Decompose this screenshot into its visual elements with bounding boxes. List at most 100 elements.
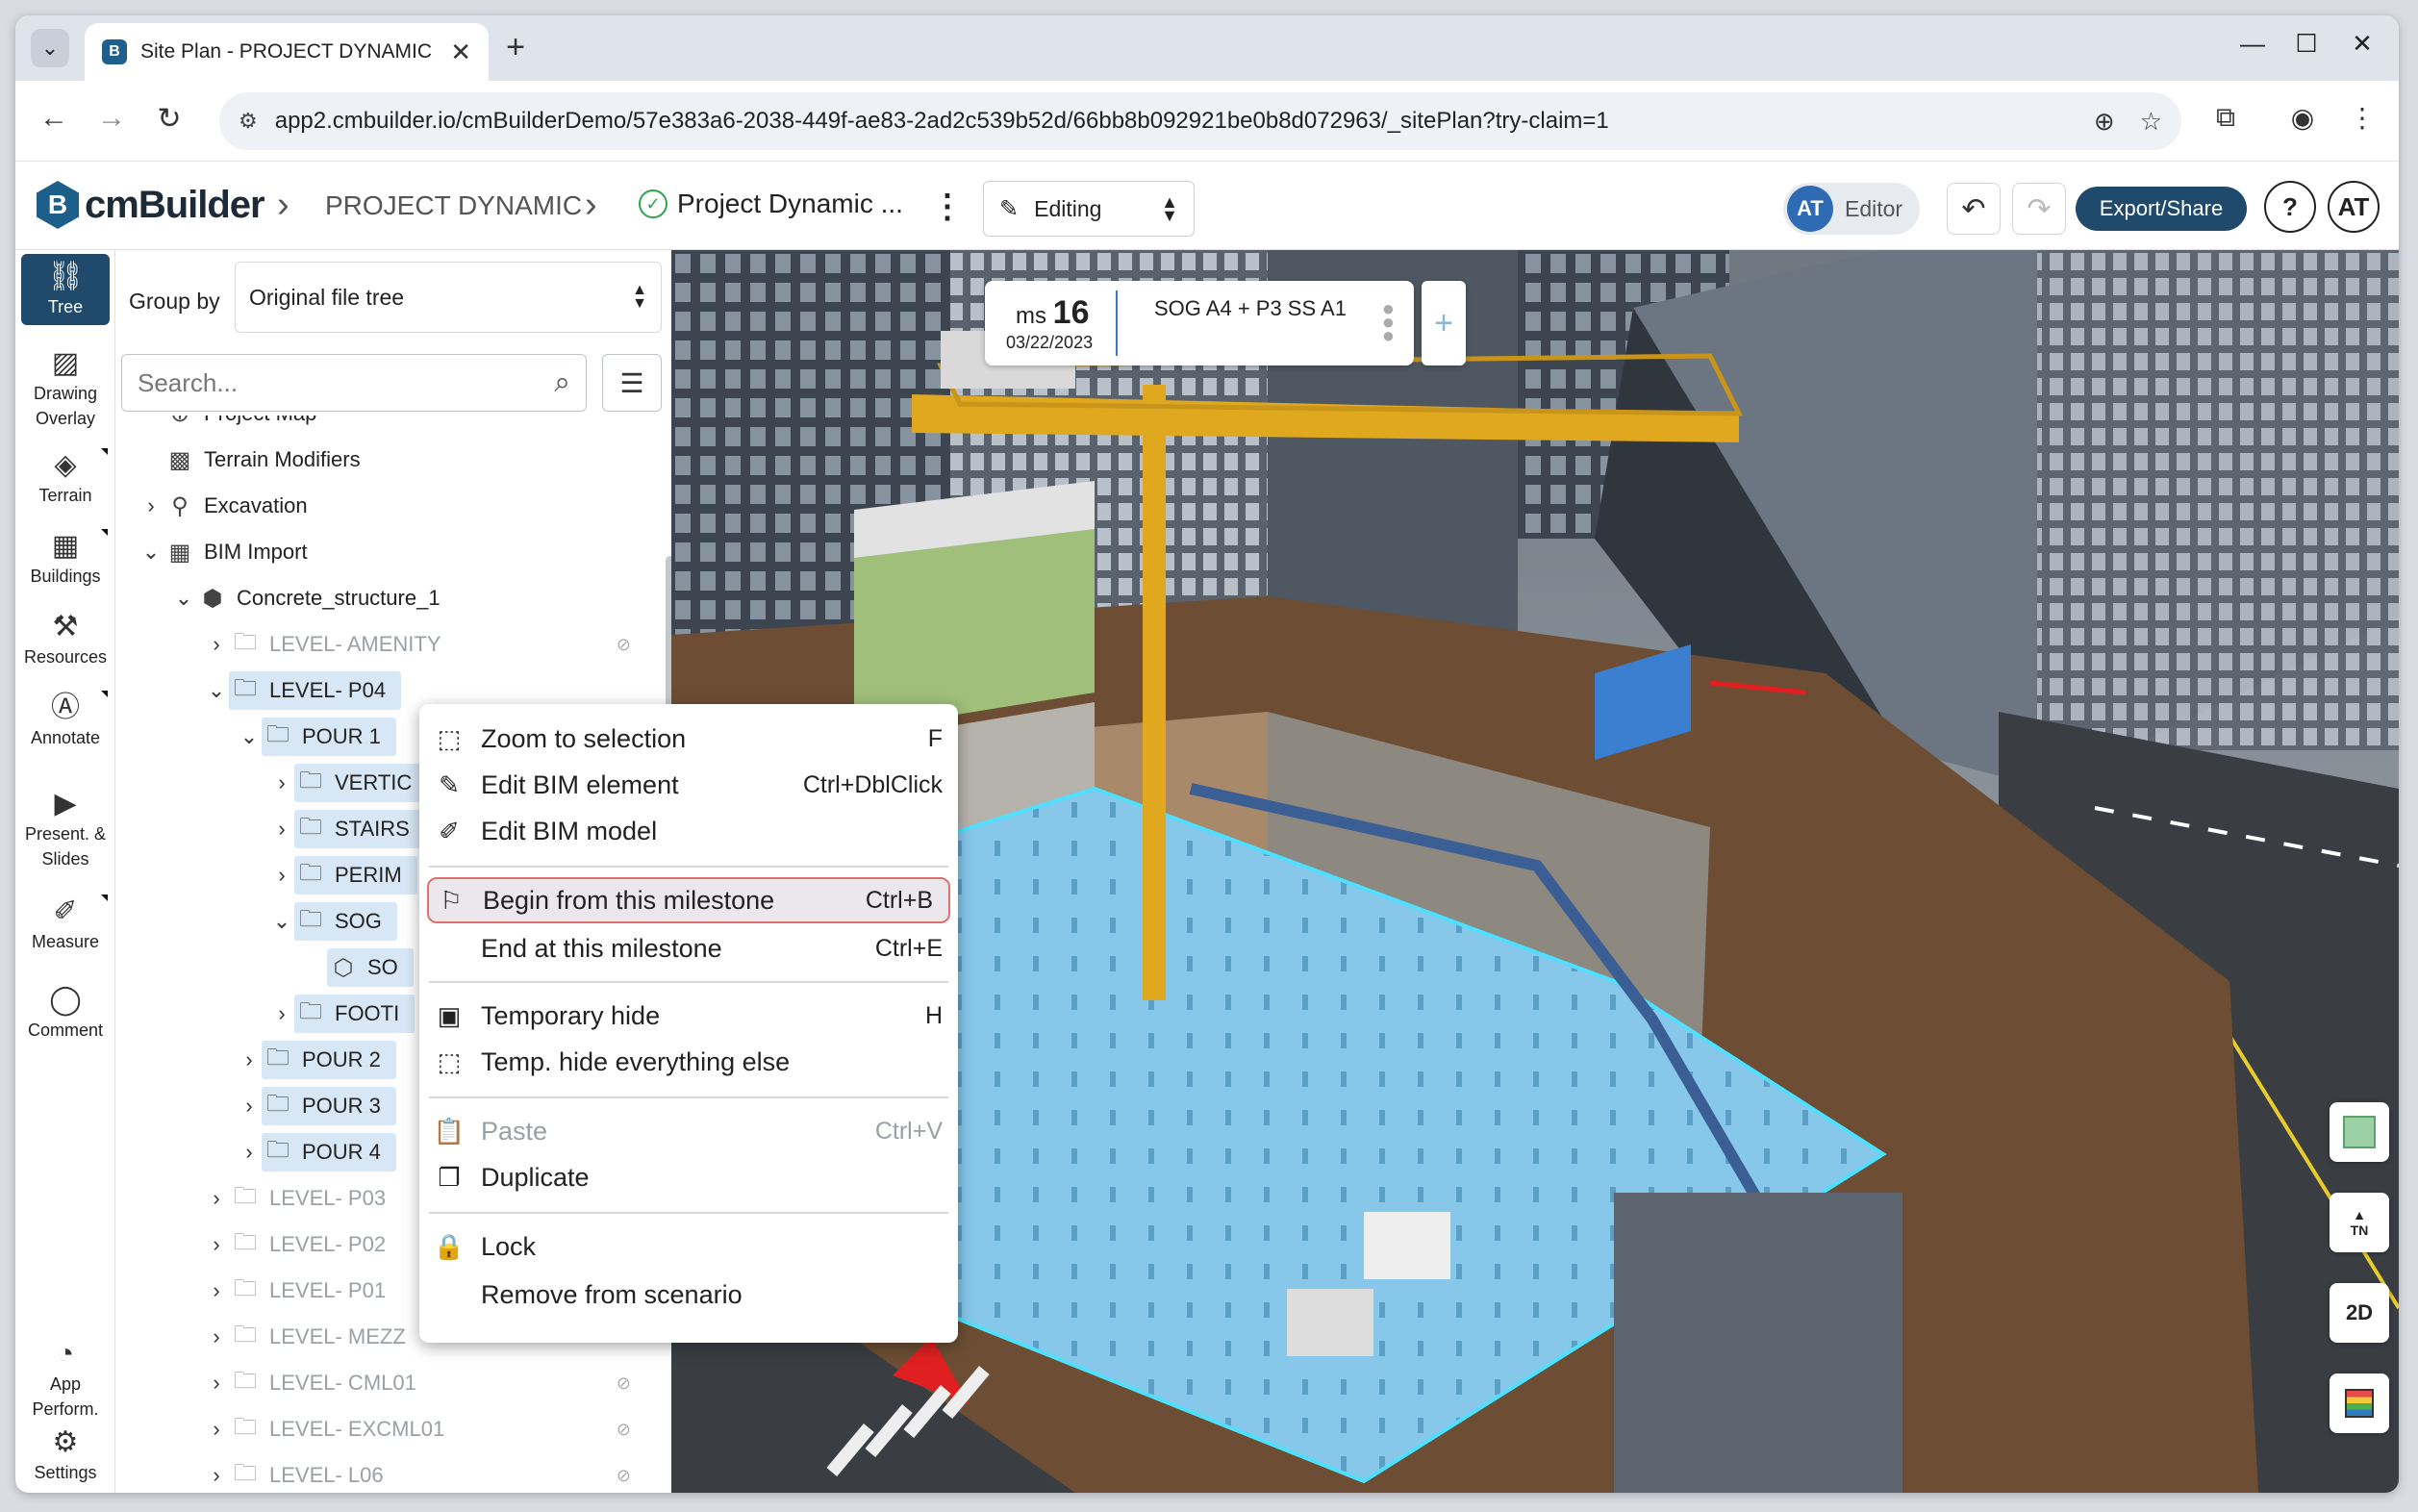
chevron-right-icon[interactable]: › <box>204 1324 229 1349</box>
tool-presentation[interactable]: ▶ Present. & Slides <box>15 787 115 871</box>
chevron-down-icon[interactable]: ⌄ <box>204 678 229 703</box>
breadcrumb-project[interactable]: PROJECT DYNAMIC <box>325 190 582 221</box>
back-icon[interactable]: ← <box>35 102 73 135</box>
menu-edit-bim-model[interactable]: ✐ Edit BIM model <box>419 808 958 854</box>
user-menu-button[interactable]: AT <box>2328 181 2380 233</box>
chevron-down-icon[interactable]: ⌄ <box>269 909 294 934</box>
group-by-select[interactable]: Original file tree ▲ ▼ <box>235 262 662 333</box>
tree-item[interactable]: ⊕Project Map <box>115 416 654 437</box>
minimize-icon[interactable]: — <box>2233 29 2272 59</box>
tool-comment[interactable]: ◯ Comment <box>15 983 115 1043</box>
chevron-right-icon[interactable]: › <box>237 1094 262 1119</box>
browser-tab[interactable]: B Site Plan - PROJECT DYNAMIC | ✕ <box>85 23 489 81</box>
reload-icon[interactable]: ↻ <box>150 102 189 136</box>
cmbuilder-logo[interactable]: B cmBuilder <box>37 181 265 229</box>
chevron-right-icon[interactable]: › <box>269 770 294 795</box>
menu-lock[interactable]: 🔒 Lock <box>419 1223 958 1270</box>
folder-icon: 🗀 <box>234 674 257 701</box>
redo-button[interactable]: ↷ <box>2012 183 2066 235</box>
chevron-right-icon[interactable]: › <box>139 493 164 518</box>
menu-temp-hide-everything-else[interactable]: ⬚ Temp. hide everything else <box>419 1039 958 1085</box>
url-bar[interactable]: ⚙ app2.cmbuilder.io/cmBuilderDemo/57e383… <box>219 92 2181 150</box>
extensions-icon[interactable]: ⧉ <box>2206 102 2245 134</box>
tree-item[interactable]: ▩ Terrain Modifiers <box>115 437 654 483</box>
map-view-button[interactable] <box>2330 1102 2389 1162</box>
chevron-right-icon[interactable]: › <box>204 1278 229 1303</box>
chevron-right-icon[interactable]: › <box>204 1232 229 1257</box>
milestone-card[interactable]: ms 16 03/22/2023 SOG A4 + P3 SS A1 ● ● ● <box>985 281 1414 365</box>
tool-annotate[interactable]: Ⓐ Annotate <box>15 691 115 750</box>
true-north-button[interactable]: ▲ TN <box>2330 1193 2389 1252</box>
tool-settings[interactable]: ⚙ Settings <box>15 1425 115 1485</box>
tab-close-icon[interactable]: ✕ <box>450 38 471 67</box>
bookmark-star-icon[interactable]: ☆ <box>2140 107 2162 137</box>
chevron-right-icon[interactable]: › <box>204 1417 229 1442</box>
eye-off-icon[interactable]: ⊘ <box>617 635 631 655</box>
site-info-icon[interactable]: ⚙ <box>239 109 258 134</box>
mode-select[interactable]: ✎ Editing ▲ ▼ <box>983 181 1195 237</box>
tool-buildings[interactable]: ▦ Buildings <box>15 529 115 589</box>
menu-begin-from-milestone[interactable]: ⚐ Begin from this milestone Ctrl+B <box>427 877 950 923</box>
menu-duplicate[interactable]: ❐ Duplicate <box>419 1154 958 1200</box>
eye-off-icon[interactable]: ⊘ <box>617 1466 631 1486</box>
breadcrumb-plan[interactable]: ✓ Project Dynamic ... <box>639 189 903 219</box>
url-text[interactable]: app2.cmbuilder.io/cmBuilderDemo/57e383a6… <box>275 108 2069 135</box>
window-close-icon[interactable]: ✕ <box>2343 29 2381 59</box>
chevron-right-icon: › <box>585 185 597 225</box>
new-tab-icon[interactable]: + <box>496 29 535 66</box>
drag-handle-icon[interactable]: ● ● ● <box>1382 298 1395 346</box>
tool-app-performance[interactable]: ◔ App Perform. <box>15 1337 115 1422</box>
chevron-right-icon[interactable]: › <box>204 1463 229 1488</box>
zoom-icon[interactable]: ⊕ <box>2094 107 2115 137</box>
eye-off-icon[interactable]: ⊘ <box>617 1420 631 1440</box>
tree-item[interactable]: › 🗀 LEVEL- CML01 ⊘ <box>115 1360 654 1406</box>
chevron-right-icon[interactable]: › <box>269 1001 294 1026</box>
tool-terrain[interactable]: ◈ Terrain <box>15 448 115 508</box>
chevron-down-icon[interactable]: ⌄ <box>171 586 196 611</box>
profile-icon[interactable]: ◉ <box>2283 102 2322 134</box>
menu-paste[interactable]: 📋 Paste Ctrl+V <box>419 1108 958 1154</box>
add-milestone-button[interactable]: + <box>1422 281 1466 365</box>
chevron-right-icon[interactable]: › <box>204 632 229 657</box>
tree-item[interactable]: › 🗀 LEVEL- L06 ⊘ <box>115 1452 654 1493</box>
plan-menu-icon[interactable]: ⋮ <box>923 181 971 233</box>
chevron-right-icon[interactable]: › <box>269 863 294 888</box>
app-header: B cmBuilder › PROJECT DYNAMIC › ✓ Projec… <box>15 162 2399 250</box>
folder-icon: 🗀 <box>266 1136 290 1163</box>
tool-tree[interactable]: ⛓ Tree <box>21 254 110 325</box>
export-share-button[interactable]: Export/Share <box>2076 187 2247 231</box>
tree-item[interactable]: › 🗀 LEVEL- AMENITY ⊘ <box>115 621 654 668</box>
check-circle-icon: ✓ <box>639 189 667 218</box>
menu-temporary-hide[interactable]: ▣ Temporary hide H <box>419 993 958 1039</box>
tree-filter-button[interactable]: ☰ <box>602 354 662 412</box>
maximize-icon[interactable]: ☐ <box>2287 29 2326 59</box>
chevron-right-icon[interactable]: › <box>204 1186 229 1211</box>
chevron-right-icon[interactable]: › <box>204 1371 229 1396</box>
tab-search-chevron-icon[interactable]: ⌄ <box>31 29 69 67</box>
eye-off-icon[interactable]: ⊘ <box>617 1373 631 1394</box>
layers-button[interactable] <box>2330 1373 2389 1433</box>
tree-item[interactable]: › ⚲ Excavation <box>115 483 654 529</box>
help-button[interactable]: ? <box>2264 181 2316 233</box>
undo-button[interactable]: ↶ <box>1947 183 2001 235</box>
tool-resources[interactable]: ⚒ Resources <box>15 610 115 669</box>
search-input[interactable]: Search... ⌕ <box>121 354 587 412</box>
user-role-badge[interactable]: AT Editor <box>1783 183 1921 235</box>
chevron-right-icon[interactable]: › <box>269 817 294 842</box>
tree-item[interactable]: ⌄ ⬢ Concrete_structure_1 <box>115 575 654 621</box>
tool-drawing-overlay[interactable]: ▨ Drawing Overlay <box>15 346 115 431</box>
tree-item[interactable]: ⌄ ▦ BIM Import <box>115 529 654 575</box>
menu-end-at-milestone[interactable]: End at this milestone Ctrl+E <box>419 925 958 971</box>
menu-edit-bim-element[interactable]: ✎ Edit BIM element Ctrl+DblClick <box>419 762 958 808</box>
chevron-right-icon[interactable]: › <box>237 1140 262 1165</box>
browser-menu-icon[interactable]: ⋮ <box>2343 102 2381 134</box>
view-mode-toggle[interactable]: 2D <box>2330 1283 2389 1343</box>
tree-item[interactable]: › 🗀 LEVEL- EXCML01 ⊘ <box>115 1406 654 1452</box>
chevron-down-icon[interactable]: ⌄ <box>237 724 262 749</box>
forward-icon[interactable]: → <box>92 102 131 135</box>
tool-measure[interactable]: ✐ Measure <box>15 895 115 954</box>
menu-zoom-to-selection[interactable]: ⬚ Zoom to selection F <box>419 716 958 762</box>
chevron-right-icon[interactable]: › <box>237 1047 262 1072</box>
chevron-down-icon[interactable]: ⌄ <box>139 540 164 565</box>
menu-remove-from-scenario[interactable]: Remove from scenario <box>419 1272 958 1318</box>
